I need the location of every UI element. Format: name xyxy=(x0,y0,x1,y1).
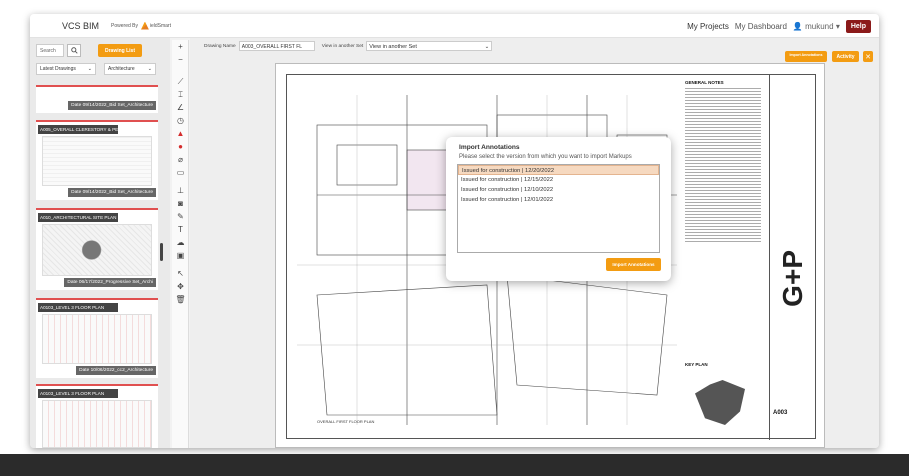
drawing-list-button[interactable]: Drawing List xyxy=(98,44,142,57)
search-input[interactable]: Search xyxy=(36,44,64,57)
nav-my-dashboard[interactable]: My Dashboard xyxy=(735,22,787,31)
key-plan-label: KEY PLAN xyxy=(685,362,708,367)
thumbnail-date: Date 09/14/2022_Bid Set_Architecture xyxy=(68,101,156,110)
markup-toolbar: + − ⟋ ⌶ ∠ ◷ ▲ ● ⌀ ▭ ⊥ ◙ ✎ T ☁ ▣ ↖ ✥ 🗑 xyxy=(172,40,189,448)
import-annotations-toolbar-button[interactable]: Import Annotations xyxy=(785,51,827,62)
sheet-number: A003 xyxy=(773,410,788,416)
chevron-down-icon: ⌄ xyxy=(87,66,92,72)
thumbnail-date: Date 09/14/2022_Bid Set_Architecture xyxy=(68,188,156,197)
thumbnail-title: A0103_LEVEL 3 FLOOR PLAN xyxy=(38,389,118,398)
drawing-thumbnail[interactable]: A010_ARCHITECTURAL SITE PLAN Date 06/17/… xyxy=(36,208,158,290)
logo-text: ieldSmart xyxy=(149,22,171,29)
view-set-select[interactable]: View in another Set ⌄ xyxy=(366,41,493,51)
drawing-thumbnail[interactable]: Date 09/14/2022_Bid Set_Architecture xyxy=(36,85,158,113)
discipline-select[interactable]: Architecture ⌄ xyxy=(104,63,156,75)
thumbnail-title: A005_OVERALL CLERESTORY & PEN xyxy=(38,125,118,134)
zoom-out-button[interactable]: − xyxy=(175,54,186,65)
drawing-name-row: Drawing Name A003_OVERALL FIRST FL View … xyxy=(204,41,493,51)
drawing-thumbnail-list: Date 09/14/2022_Bid Set_Architecture A00… xyxy=(36,85,158,448)
sidebar-scrollbar[interactable] xyxy=(160,243,163,261)
stop-icon[interactable]: ● xyxy=(175,141,186,152)
drawing-thumbnail[interactable]: A0103_LEVEL 3 FLOOR PLAN Date 10/06/2022… xyxy=(36,298,158,378)
version-item[interactable]: Issued for construction | 12/15/2022 xyxy=(458,175,659,185)
activity-button[interactable]: Activity xyxy=(832,51,859,62)
search-button[interactable] xyxy=(67,44,81,57)
app-window: VCS BIM Powered By ieldSmart My Projects… xyxy=(30,14,879,448)
measure-tool-icon[interactable]: ⌶ xyxy=(175,89,186,100)
discipline-value: Architecture xyxy=(108,66,135,72)
thumbnail-title: A010_ARCHITECTURAL SITE PLAN xyxy=(38,213,118,222)
close-button[interactable]: ✕ xyxy=(863,51,873,62)
camera-icon[interactable]: ◙ xyxy=(175,198,186,209)
user-icon: 👤 xyxy=(792,21,803,31)
dialog-subtitle: Please select the version from which you… xyxy=(459,154,632,160)
help-button[interactable]: Help xyxy=(845,19,871,33)
chevron-down-icon: ⌄ xyxy=(484,44,490,50)
stamp-icon[interactable]: ⊥ xyxy=(175,185,186,196)
drawing-name-label: Drawing Name xyxy=(204,43,236,49)
drawing-thumbnail[interactable]: A005_OVERALL CLERESTORY & PEN Date 09/14… xyxy=(36,120,158,200)
top-nav: My Projects My Dashboard 👤 mukund ▾ Help xyxy=(687,14,871,38)
clock-icon[interactable]: ◷ xyxy=(175,115,186,126)
latest-drawings-select[interactable]: Latest Drawings ⌄ xyxy=(36,63,96,75)
thumbnail-image xyxy=(42,224,152,276)
text-tool-icon[interactable]: T xyxy=(175,224,186,235)
search-row: Search Drawing List xyxy=(36,44,142,57)
thumbnail-date: Date 10/06/2022_cc2_Architecture xyxy=(76,366,156,375)
drawing-sidebar: Search Drawing List Latest Drawings ⌄ Ar… xyxy=(30,38,170,448)
chevron-down-icon: ⌄ xyxy=(147,66,152,72)
thumbnail-image xyxy=(42,314,152,364)
import-annotations-dialog: Import Annotations Please select the ver… xyxy=(446,137,671,281)
drawing-name-field[interactable]: A003_OVERALL FIRST FL xyxy=(238,41,315,51)
view-set-label: View in another Set xyxy=(321,43,364,49)
view-set-value: View in another Set xyxy=(369,44,417,50)
version-item[interactable]: Issued for construction | 12/20/2022 xyxy=(458,165,659,175)
warning-icon[interactable]: ▲ xyxy=(175,128,186,139)
line-tool-icon[interactable]: ⟋ xyxy=(175,76,186,87)
latest-drawings-value: Latest Drawings xyxy=(40,66,76,72)
cloud-icon[interactable]: ☁ xyxy=(175,237,186,248)
trash-icon[interactable]: 🗑 xyxy=(175,294,186,305)
search-icon xyxy=(70,47,78,54)
drawing-viewer: Drawing Name A003_OVERALL FIRST FL View … xyxy=(190,38,879,448)
dialog-title: Import Annotations xyxy=(459,144,520,151)
bottom-bar xyxy=(0,454,909,476)
image-icon[interactable]: ▣ xyxy=(175,250,186,261)
version-item[interactable]: Issued for construction | 12/01/2022 xyxy=(458,195,659,205)
thumbnail-date: Date 06/17/2022_Progressive Set_Archi xyxy=(64,278,156,287)
drawing-thumbnail[interactable]: A0103_LEVEL 3 FLOOR PLAN xyxy=(36,384,158,448)
thumbnail-title: A0103_LEVEL 3 FLOOR PLAN xyxy=(38,303,118,312)
version-item[interactable]: Issued for construction | 12/10/2022 xyxy=(458,185,659,195)
floor-plan-caption: OVERALL FIRST FLOOR PLAN xyxy=(317,419,375,424)
pen-icon[interactable]: ✎ xyxy=(175,211,186,222)
thumbnail-image xyxy=(42,400,152,448)
zoom-in-button[interactable]: + xyxy=(175,41,186,52)
thumbnail-image xyxy=(42,136,152,186)
nav-my-projects[interactable]: My Projects xyxy=(687,22,729,31)
general-notes-heading: GENERAL NOTES xyxy=(685,80,724,85)
user-menu[interactable]: 👤 mukund ▾ xyxy=(793,22,840,31)
user-name: mukund xyxy=(805,21,834,31)
version-list: Issued for construction | 12/20/2022 Iss… xyxy=(457,164,660,253)
pointer-icon[interactable]: ↖ xyxy=(175,268,186,279)
filter-row: Latest Drawings ⌄ Architecture ⌄ xyxy=(36,63,156,75)
fieldsmart-logo: ieldSmart xyxy=(140,21,171,30)
brand-name[interactable]: VCS BIM xyxy=(62,21,99,31)
move-icon[interactable]: ✥ xyxy=(175,281,186,292)
key-plan-diagram xyxy=(695,380,745,425)
logo-mark-icon xyxy=(140,21,149,30)
powered-by-label: Powered By xyxy=(111,22,138,29)
firm-logo: G+P xyxy=(777,250,808,307)
angle-tool-icon[interactable]: ∠ xyxy=(175,102,186,113)
chevron-down-icon: ▾ xyxy=(835,21,840,31)
import-annotations-button[interactable]: Import Annotations xyxy=(606,258,661,271)
ruler-icon[interactable]: ▭ xyxy=(175,167,186,178)
general-notes-text xyxy=(685,87,761,242)
attachment-icon[interactable]: ⌀ xyxy=(175,154,186,165)
top-bar: VCS BIM Powered By ieldSmart My Projects… xyxy=(30,14,879,38)
